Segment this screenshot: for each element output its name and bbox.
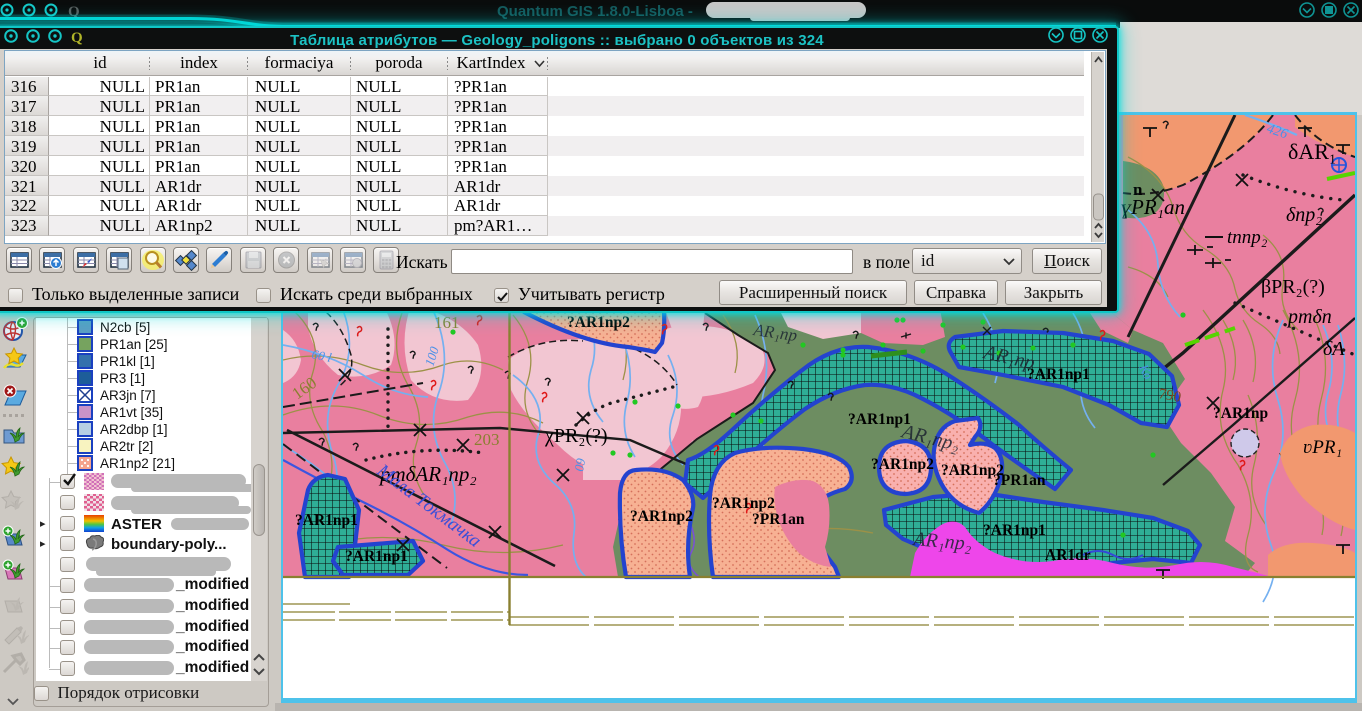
svg-text:βPR₂(?): βPR₂(?) <box>1261 276 1325 298</box>
svg-text:pmδп: pmδп <box>1286 306 1332 328</box>
svg-text:?AR1np1: ?AR1np1 <box>848 411 911 428</box>
svg-text:?AR1np2: ?AR1np2 <box>871 456 934 473</box>
svg-text:δпp₂: δпp₂ <box>1286 204 1322 226</box>
svg-text:δA: δA <box>1323 338 1345 360</box>
svg-text:ʋPR₁: ʋPR₁ <box>1303 437 1342 458</box>
svg-text:δAR₁: δAR₁ <box>1288 139 1337 164</box>
svg-text:?AR1np1: ?AR1np1 <box>345 548 408 565</box>
svg-text:Q: Q <box>68 4 80 20</box>
svg-text:?AR1np1: ?AR1np1 <box>295 512 358 529</box>
svg-text:AR1dr: AR1dr <box>1045 547 1091 564</box>
svg-text:n: n <box>1133 180 1143 199</box>
svg-text:?AR1np: ?AR1np <box>1213 405 1268 422</box>
svg-text:?AR1np1: ?AR1np1 <box>983 522 1046 539</box>
svg-text:203: 203 <box>474 430 500 449</box>
svg-text:ɣPR₁aп: ɣPR₁aп <box>1121 195 1185 219</box>
svg-text:?AR1np2: ?AR1np2 <box>630 508 693 525</box>
svg-text:tnпp₂: tnпp₂ <box>1227 227 1268 248</box>
svg-text:?PR1an: ?PR1an <box>752 511 805 528</box>
svg-text:χPR₂(?): χPR₂(?) <box>544 425 608 447</box>
svg-text:?PR1an: ?PR1an <box>993 472 1046 489</box>
svg-text:?AR1np2: ?AR1np2 <box>712 495 775 512</box>
svg-text:161: 161 <box>434 313 460 332</box>
svg-text:?AR1np1: ?AR1np1 <box>1027 366 1090 383</box>
svg-text:?AR1np2: ?AR1np2 <box>567 314 630 331</box>
